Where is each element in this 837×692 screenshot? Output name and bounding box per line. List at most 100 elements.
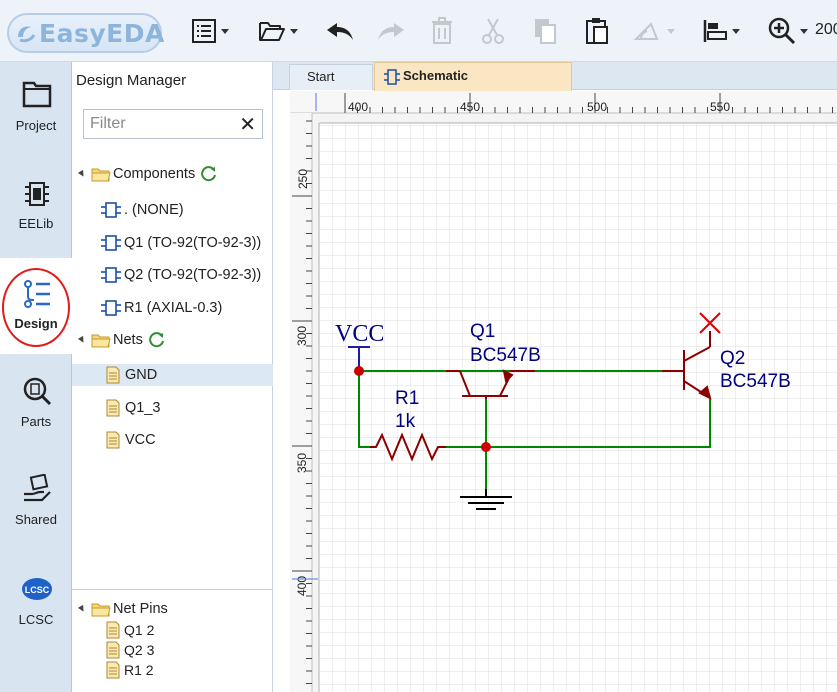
tab-label: Schematic xyxy=(403,68,469,83)
tree-group-label: Nets xyxy=(113,332,143,348)
tree-item-component[interactable]: . (NONE) xyxy=(100,199,184,221)
net-label: Q1_3 xyxy=(125,400,161,416)
refresh-icon[interactable] xyxy=(148,331,166,349)
component-icon xyxy=(101,267,121,283)
component-label: Q2 (TO-92(TO-92-3)) xyxy=(124,267,262,283)
tree-group-components[interactable]: Components xyxy=(77,163,218,185)
schematic-canvas[interactable]: 400 450 500 550 250 300 350 400 VCC R1 1… xyxy=(290,91,837,692)
nav-label: Project xyxy=(15,118,57,133)
tree-group-label: Components xyxy=(113,166,196,182)
tree-item-net-selected[interactable]: GND xyxy=(72,364,273,386)
tree-item-component[interactable]: Q2 (TO-92(TO-92-3)) xyxy=(100,264,261,286)
component-icon xyxy=(101,235,121,251)
nav-label: Shared xyxy=(15,512,57,527)
component-label: . (NONE) xyxy=(124,202,184,218)
tree-group-nets[interactable]: Nets xyxy=(77,329,166,351)
easyeda-app: EasyEDA 20 Project EELib Design Parts Sh… xyxy=(0,0,837,692)
net-document-icon xyxy=(106,641,120,659)
tree-group-net-pins[interactable]: Net Pins xyxy=(77,598,168,620)
filter-box: ✕ xyxy=(83,109,263,139)
undo-button[interactable] xyxy=(325,14,355,48)
q2-value-label: BC547B xyxy=(720,371,791,392)
tab-schematic[interactable]: Schematic xyxy=(374,62,572,91)
ruler-label: 400 xyxy=(348,100,368,114)
rotate-menu-button[interactable] xyxy=(633,14,675,48)
nav-label: LCSC xyxy=(18,612,54,627)
component-label: R1 (AXIAL-0.3) xyxy=(124,300,223,316)
undo-icon xyxy=(327,23,353,40)
zoom-level-text: 200 xyxy=(815,21,837,38)
ruler-label: 450 xyxy=(460,100,480,114)
nav-shared[interactable]: Shared xyxy=(0,454,72,550)
ruler-label: 550 xyxy=(710,100,730,114)
junction-dot xyxy=(481,442,491,452)
refresh-icon[interactable] xyxy=(200,165,218,183)
net-label: GND xyxy=(125,367,158,383)
expand-triangle-icon[interactable] xyxy=(77,169,87,179)
shared-hand-icon xyxy=(24,474,51,502)
paste-button[interactable] xyxy=(584,14,610,48)
tree-item-net-pin[interactable]: Q1 2 xyxy=(105,620,154,640)
highlight-ring xyxy=(2,268,70,347)
open-menu-button[interactable] xyxy=(258,14,298,48)
net-document-icon xyxy=(106,366,120,384)
top-ruler xyxy=(290,91,837,113)
design-manager-panel: Design Manager ✕ Components . (NONE) Q1 … xyxy=(72,62,273,692)
chevron-down-icon xyxy=(732,28,740,34)
net-pin-label: R1 2 xyxy=(124,662,154,678)
chevron-down-icon xyxy=(290,28,298,34)
nav-eelib[interactable]: EELib xyxy=(0,160,72,256)
tree-group-label: Net Pins xyxy=(113,601,168,617)
easyeda-logo[interactable]: EasyEDA xyxy=(7,13,165,53)
align-left-icon xyxy=(703,20,727,42)
net-document-icon xyxy=(106,431,120,449)
nav-parts[interactable]: Parts xyxy=(0,356,72,452)
folder-icon xyxy=(91,603,111,617)
net-document-icon xyxy=(106,399,120,417)
tree-item-net[interactable]: VCC xyxy=(105,429,156,451)
q1-value-label: BC547B xyxy=(470,345,541,366)
ruler-label: 500 xyxy=(587,100,607,114)
tree-item-net-pin[interactable]: Q2 3 xyxy=(105,640,154,660)
r1-value-label: 1k xyxy=(395,411,416,432)
tree-item-net[interactable]: Q1_3 xyxy=(105,397,160,419)
parts-search-icon xyxy=(23,377,52,406)
copy-button[interactable] xyxy=(532,14,558,48)
nav-label: Parts xyxy=(20,414,52,429)
nav-project[interactable]: Project xyxy=(0,62,72,158)
nav-lcsc[interactable]: LCSC LCSC xyxy=(0,552,72,648)
filter-input[interactable] xyxy=(90,114,240,134)
trash-icon xyxy=(432,17,452,44)
schematic-drawing[interactable]: 400 450 500 550 250 300 350 400 VCC R1 1… xyxy=(290,91,837,692)
ruler-label: 350 xyxy=(295,453,309,473)
clear-filter-icon[interactable]: ✕ xyxy=(239,112,256,137)
logo-text: EasyEDA xyxy=(39,19,165,48)
document-list-icon xyxy=(192,19,216,43)
chevron-down-icon xyxy=(800,28,808,34)
net-pin-label: Q1 2 xyxy=(124,622,155,638)
zoom-menu-button[interactable] xyxy=(768,14,808,48)
expand-triangle-icon[interactable] xyxy=(77,604,87,614)
align-menu-button[interactable] xyxy=(702,14,740,48)
redo-button[interactable] xyxy=(376,14,406,48)
tree-item-net-pin[interactable]: R1 2 xyxy=(105,660,154,680)
delete-button[interactable] xyxy=(430,14,454,48)
logo-mark-icon xyxy=(18,26,36,43)
document-tab-bar: Start Schematic xyxy=(273,62,837,91)
net-document-icon xyxy=(106,621,120,639)
tree-item-component[interactable]: Q1 (TO-92(TO-92-3)) xyxy=(100,232,261,254)
lcsc-logo-icon: LCSC xyxy=(22,578,52,600)
chip-icon xyxy=(25,182,49,206)
left-ruler xyxy=(290,113,312,692)
left-nav-bar: Project EELib Design Parts Shared LCSC L… xyxy=(0,62,72,692)
r1-ref-label: R1 xyxy=(395,388,419,409)
tab-start[interactable]: Start xyxy=(289,64,373,90)
copy-icon xyxy=(535,19,556,44)
document-menu-button[interactable] xyxy=(191,14,229,48)
open-folder-icon xyxy=(259,22,285,41)
clipboard-icon xyxy=(586,18,608,44)
tree-item-component[interactable]: R1 (AXIAL-0.3) xyxy=(100,297,222,319)
vcc-label: VCC xyxy=(335,321,384,347)
expand-triangle-icon[interactable] xyxy=(77,335,87,345)
cut-button[interactable] xyxy=(480,14,506,48)
